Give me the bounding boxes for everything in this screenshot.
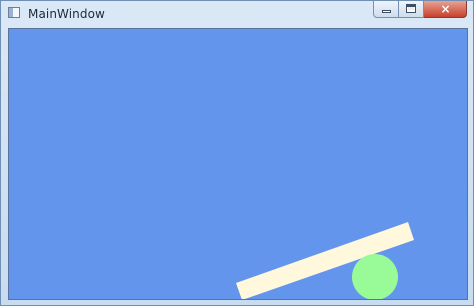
maximize-button[interactable] [399,1,424,18]
minimize-button[interactable] [373,1,399,18]
window-title: MainWindow [28,7,105,21]
scene [236,222,414,299]
close-icon: × [440,2,451,16]
maximize-icon [406,4,416,13]
window-app-icon[interactable] [8,7,20,18]
close-button[interactable]: × [424,1,467,18]
title-bar[interactable]: MainWindow × [1,1,473,25]
canvas-area [8,28,468,300]
minimize-icon [382,10,391,13]
main-window: MainWindow × [0,0,474,306]
ball [352,254,398,299]
caption-buttons: × [373,1,467,19]
